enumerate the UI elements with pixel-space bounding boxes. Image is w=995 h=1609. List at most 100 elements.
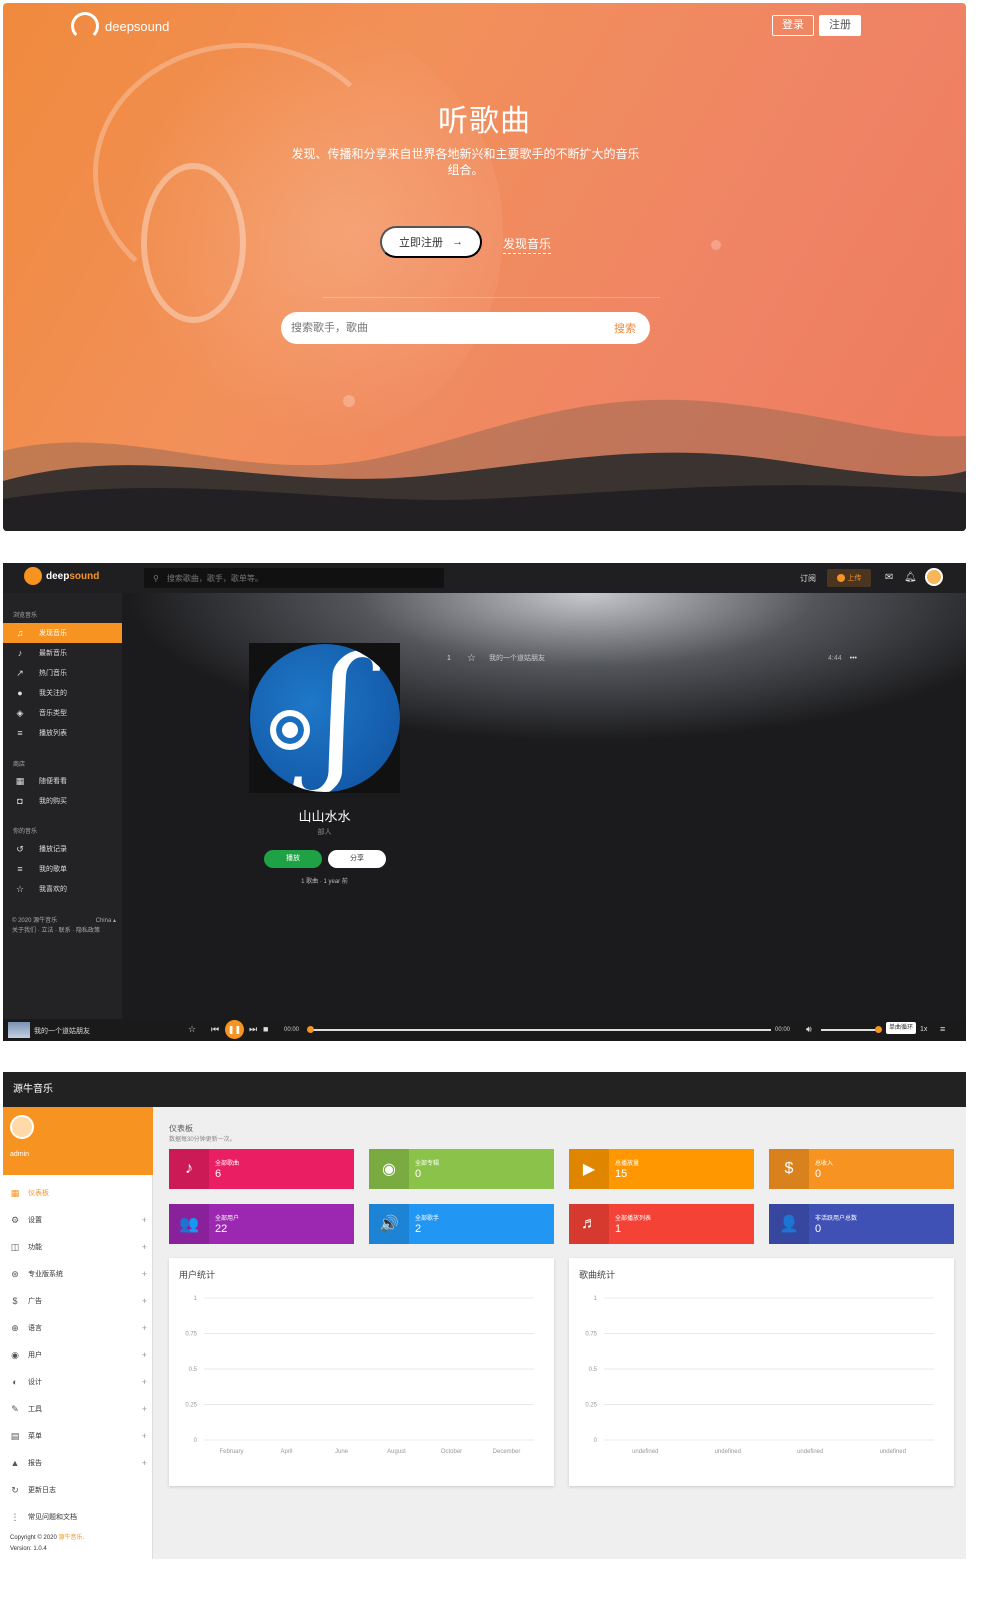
track-row[interactable]: 1 ☆ 我的一个道姑朋友 4:44 ••• <box>447 651 857 665</box>
nav-purchases[interactable]: ◘ 我的购买 <box>3 791 122 811</box>
stat-card[interactable]: ▶ 总播放量 15 <box>569 1149 754 1189</box>
share-album-button[interactable]: 分享 <box>328 850 386 868</box>
expand-icon[interactable]: + <box>142 1296 147 1306</box>
nav-icon: ▤ <box>10 1430 20 1441</box>
stop-icon[interactable]: ■ <box>263 1024 268 1034</box>
admin-profile: admin <box>3 1107 153 1175</box>
admin-nav-item[interactable]: ⚙ 设置 + <box>3 1212 153 1228</box>
chat-icon[interactable]: ✉ <box>885 572 893 583</box>
stat-card[interactable]: 👥 全部用户 22 <box>169 1204 354 1244</box>
more-options-icon[interactable]: ••• <box>850 655 857 662</box>
admin-nav-item[interactable]: ▦ 仪表板 <box>3 1185 153 1201</box>
nav-following[interactable]: ● 我关注的 <box>3 683 122 703</box>
album-cover[interactable]: ʃ <box>249 643 400 793</box>
star-icon[interactable]: ☆ <box>467 653 489 664</box>
admin-nav-item[interactable]: $ 广告 + <box>3 1293 153 1309</box>
player-search-input[interactable] <box>166 573 444 583</box>
discover-music-link[interactable]: 发现音乐 <box>503 235 552 254</box>
volume-slider[interactable] <box>821 1026 882 1033</box>
nav-icon: ⋮ <box>10 1511 20 1522</box>
copyright-brand[interactable]: 源牛音乐. <box>58 1535 84 1541</box>
nav-label: 我喜欢的 <box>39 886 67 893</box>
upload-button[interactable]: 上传 <box>827 569 871 587</box>
admin-nav-item[interactable]: ▤ 菜单 + <box>3 1428 153 1444</box>
stat-card[interactable]: ◉ 全部专辑 0 <box>369 1149 554 1189</box>
nav-latest[interactable]: ♪ 最新音乐 <box>3 643 122 663</box>
expand-icon[interactable]: + <box>142 1323 147 1333</box>
expand-icon[interactable]: + <box>142 1269 147 1279</box>
expand-icon[interactable]: + <box>142 1377 147 1387</box>
stat-text: 全部播放列表 1 <box>609 1213 651 1235</box>
speed-button[interactable]: 1x <box>920 1026 927 1033</box>
album-artist[interactable]: 部人 <box>249 827 400 837</box>
admin-nav-item[interactable]: ⊕ 语言 + <box>3 1320 153 1336</box>
hero-search-button[interactable]: 搜索 <box>614 320 636 336</box>
stat-text: 全部歌曲 6 <box>209 1158 239 1180</box>
play-album-button[interactable]: 播放 <box>264 850 322 868</box>
headphones-icon <box>24 567 42 585</box>
stat-card[interactable]: ♬ 全部播放列表 1 <box>569 1204 754 1244</box>
signup-now-button[interactable]: 立即注册 → <box>380 226 482 258</box>
nav-label: 用户 <box>28 1352 42 1359</box>
hero-search-input[interactable] <box>291 322 614 334</box>
nav-label: 发现音乐 <box>39 630 67 637</box>
nav-playlists[interactable]: ≡ 播放列表 <box>3 723 122 743</box>
progress-slider[interactable] <box>307 1026 771 1033</box>
stat-card[interactable]: ♪ 全部歌曲 6 <box>169 1149 354 1189</box>
progress-knob[interactable] <box>307 1026 314 1033</box>
expand-icon[interactable]: + <box>142 1215 147 1225</box>
admin-nav-item[interactable]: ✎ 工具 + <box>3 1401 153 1417</box>
admin-nav-item[interactable]: ◐ 设计 + <box>3 1374 153 1390</box>
nav-hot[interactable]: ↗ 热门音乐 <box>3 663 122 683</box>
admin-nav-item[interactable]: ⋮ 常见问题和文档 <box>3 1509 153 1525</box>
admin-username: admin <box>10 1151 30 1158</box>
login-button[interactable]: 登录 <box>772 15 814 36</box>
avatar[interactable] <box>10 1115 34 1139</box>
next-icon[interactable]: ⏭︎ <box>249 1024 257 1035</box>
stat-card[interactable]: $ 总收入 0 <box>769 1149 954 1189</box>
volume-knob[interactable] <box>875 1026 882 1033</box>
nav-history[interactable]: ↺ 播放记录 <box>3 839 122 859</box>
expand-icon[interactable]: + <box>142 1242 147 1252</box>
admin-nav-item[interactable]: ◉ 用户 + <box>3 1347 153 1363</box>
nav-discover[interactable]: ♫ 发现音乐 <box>3 623 122 643</box>
nav-liked[interactable]: ☆ 我喜欢的 <box>3 879 122 899</box>
user-avatar[interactable] <box>925 568 943 586</box>
nav-label: 报告 <box>28 1460 42 1467</box>
nav-label: 语言 <box>28 1325 42 1332</box>
admin-nav-item[interactable]: ↻ 更新日志 <box>3 1482 153 1498</box>
player-search-bar: ⚲ <box>144 568 444 588</box>
volume-icon[interactable]: 🔊︎ <box>806 1024 812 1035</box>
queue-icon[interactable]: ≡ <box>940 1024 945 1034</box>
expand-icon[interactable]: + <box>142 1350 147 1360</box>
stat-card[interactable]: 👤 非活跃用户总数 0 <box>769 1204 954 1244</box>
stat-text: 全部用户 22 <box>209 1213 239 1235</box>
player-logo[interactable]: deep sound <box>24 567 99 585</box>
nav-my-playlists[interactable]: ≡ 我的歌单 <box>3 859 122 879</box>
expand-icon[interactable]: + <box>142 1458 147 1468</box>
register-button[interactable]: 注册 <box>819 15 861 36</box>
stat-label: 全部歌手 <box>415 1216 440 1222</box>
pause-button[interactable]: ❚❚ <box>225 1020 244 1039</box>
nav-genres[interactable]: ◈ 音乐类型 <box>3 703 122 723</box>
brand-logo[interactable]: deepsound <box>71 12 169 40</box>
previous-icon[interactable]: ⏮︎ <box>211 1024 219 1035</box>
expand-icon[interactable]: + <box>142 1431 147 1441</box>
admin-nav-item[interactable]: ⊛ 专业版系统 + <box>3 1266 153 1282</box>
region-selector[interactable]: China ▴ <box>96 916 116 926</box>
nav-label: 热门音乐 <box>39 670 67 677</box>
x-tick-label: undefined <box>632 1449 658 1455</box>
nav-browse-store[interactable]: ▦ 随便看看 <box>3 771 122 791</box>
stat-card[interactable]: 🔊 全部歌手 2 <box>369 1204 554 1244</box>
expand-icon[interactable]: + <box>142 1404 147 1414</box>
stat-text: 总播放量 15 <box>609 1158 639 1180</box>
stat-icon: 👤 <box>769 1204 809 1244</box>
admin-nav-item[interactable]: ◫ 功能 + <box>3 1239 153 1255</box>
star-icon[interactable]: ☆ <box>188 1024 196 1035</box>
drop-icon: ● <box>17 688 23 698</box>
admin-nav-item[interactable]: ▲ 报告 + <box>3 1455 153 1471</box>
footer-links[interactable]: 关于我们 · 立法 · 联系 · 隐私政策 <box>12 926 116 936</box>
bell-icon[interactable]: 🔔︎ <box>904 572 917 583</box>
y-tick-label: 0 <box>594 1438 598 1444</box>
subscribe-link[interactable]: 订阅 <box>800 573 816 584</box>
